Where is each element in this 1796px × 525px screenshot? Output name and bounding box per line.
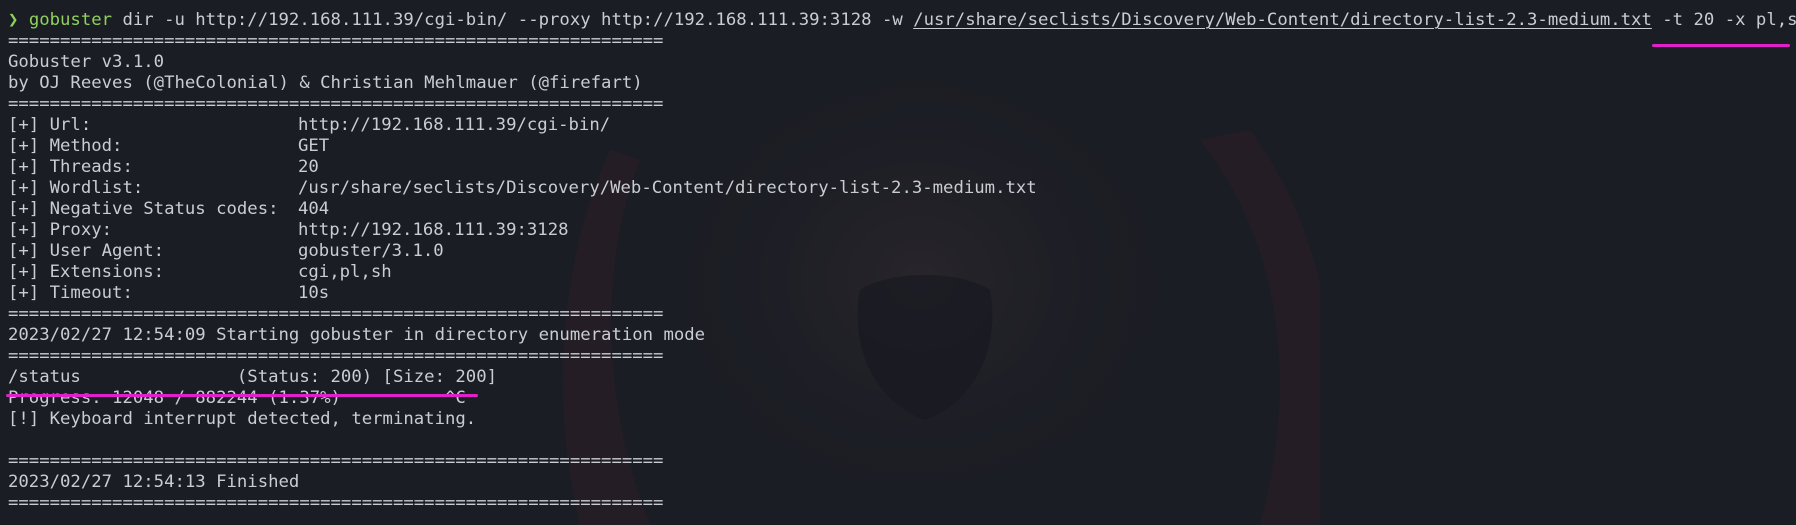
- config-row-extensions: [+] Extensions: cgi,pl,sh: [8, 262, 1796, 283]
- config-label: [+] Timeout:: [8, 283, 133, 303]
- separator: ========================================…: [8, 451, 664, 471]
- config-value: /usr/share/seclists/Discovery/Web-Conten…: [298, 178, 1037, 198]
- config-value: 10s: [298, 283, 330, 303]
- config-value: http://192.168.111.39/cgi-bin/: [298, 115, 611, 135]
- config-row-user-agent: [+] User Agent: gobuster/3.1.0: [8, 241, 1796, 262]
- config-label: [+] Url:: [8, 115, 92, 135]
- config-value: 20: [298, 157, 319, 177]
- separator: ========================================…: [8, 31, 664, 51]
- config-row-threads: [+] Threads: 20: [8, 157, 1796, 178]
- terminal-output: ❯ gobuster dir -u http://192.168.111.39/…: [8, 10, 1796, 514]
- config-value: 404: [298, 199, 330, 219]
- config-label: [+] Extensions:: [8, 262, 165, 282]
- result-highlight-underline: [6, 394, 478, 397]
- banner-version: Gobuster v3.1.0: [8, 52, 165, 72]
- command-threads-arg: -t 20: [1651, 10, 1725, 30]
- progress-line: Progress: 12048 / 882244 (1.37%) ^C: [8, 388, 466, 408]
- command-args: dir -u http://192.168.111.39/cgi-bin/ --…: [112, 10, 914, 30]
- command-name: gobuster: [28, 10, 113, 30]
- config-row-proxy: [+] Proxy: http://192.168.111.39:3128: [8, 220, 1796, 241]
- start-message: 2023/02/27 12:54:09 Starting gobuster in…: [8, 325, 706, 345]
- config-row-negative-status: [+] Negative Status codes: 404: [8, 199, 1796, 220]
- prompt-arrow-icon: ❯: [8, 10, 19, 30]
- command-line: ❯ gobuster dir -u http://192.168.111.39/…: [8, 10, 1796, 31]
- wordlist-path-link[interactable]: /usr/share/seclists/Discovery/Web-Conten…: [913, 10, 1652, 30]
- config-row-timeout: [+] Timeout: 10s: [8, 283, 1796, 304]
- config-label: [+] Negative Status codes:: [8, 199, 279, 219]
- separator: ========================================…: [8, 304, 664, 324]
- command-extensions-arg: -x pl,sh,cgi: [1724, 10, 1796, 30]
- config-label: [+] Method:: [8, 136, 123, 156]
- config-row-url: [+] Url: http://192.168.111.39/cgi-bin/: [8, 115, 1796, 136]
- config-row-method: [+] Method: GET: [8, 136, 1796, 157]
- separator: ========================================…: [8, 94, 664, 114]
- extensions-highlight-underline: [1652, 44, 1790, 47]
- separator: ========================================…: [8, 346, 664, 366]
- finished-message: 2023/02/27 12:54:13 Finished: [8, 472, 300, 492]
- config-label: [+] User Agent:: [8, 241, 165, 261]
- interrupt-message: [!] Keyboard interrupt detected, termina…: [8, 409, 477, 429]
- config-value: gobuster/3.1.0: [298, 241, 444, 261]
- config-value: http://192.168.111.39:3128: [298, 220, 569, 240]
- separator: ========================================…: [8, 493, 664, 513]
- config-value: GET: [298, 136, 330, 156]
- config-row-wordlist: [+] Wordlist: /usr/share/seclists/Discove…: [8, 178, 1796, 199]
- config-label: [+] Threads:: [8, 157, 133, 177]
- config-label: [+] Proxy:: [8, 220, 113, 240]
- config-value: cgi,pl,sh: [298, 262, 392, 282]
- result-line: /status (Status: 200) [Size: 200]: [8, 367, 497, 387]
- config-label: [+] Wordlist:: [8, 178, 144, 198]
- banner-authors: by OJ Reeves (@TheColonial) & Christian …: [8, 73, 643, 93]
